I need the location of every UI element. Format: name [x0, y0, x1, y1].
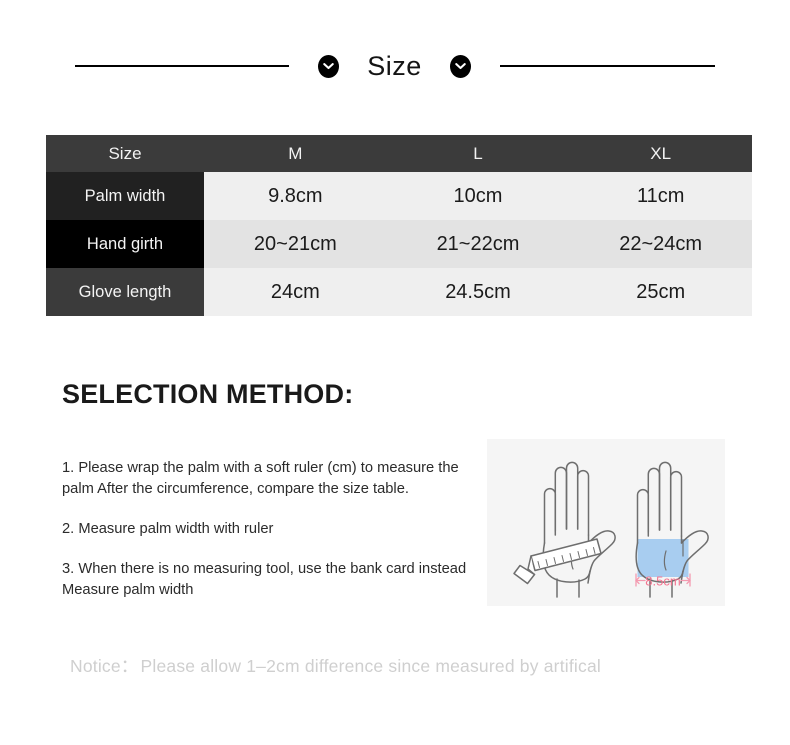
table-row-palm-width: Palm width 9.8cm 10cm 11cm	[46, 172, 752, 220]
table-header-m: M	[204, 135, 387, 172]
card-width-label: 8.5cm	[645, 574, 680, 589]
table-row-glove-length: Glove length 24cm 24.5cm 25cm	[46, 268, 752, 316]
selection-step-3: 3. When there is no measuring tool, use …	[62, 560, 467, 598]
cell-glove-length-xl: 25cm	[569, 268, 752, 316]
notice-label: Notice：	[70, 656, 139, 676]
cell-glove-length-l: 24.5cm	[386, 268, 570, 316]
header-rule-right	[499, 65, 715, 67]
measurement-illustration-panel: 8.5cm	[487, 439, 725, 606]
table-header-xl: XL	[569, 135, 752, 172]
bank-card-rect	[637, 539, 689, 577]
notice-body: Please allow 1–2cm difference since meas…	[140, 656, 601, 676]
table-header-l: L	[386, 135, 570, 172]
cell-hand-girth-m: 20~21cm	[204, 220, 387, 268]
selection-step-1: 1. Please wrap the palm with a soft rule…	[62, 460, 459, 497]
section-title: Size	[367, 50, 422, 81]
cell-palm-width-xl: 11cm	[569, 172, 752, 220]
cell-glove-length-m: 24cm	[204, 268, 387, 316]
cell-palm-width-m: 9.8cm	[204, 172, 387, 220]
selection-step-2: 2. Measure palm width with ruler	[62, 520, 274, 537]
selection-method-title: SELECTION METHOD:	[62, 379, 354, 409]
row-label-glove-length: Glove length	[46, 268, 204, 316]
chevron-down-icon-right	[449, 54, 471, 78]
chevron-down-icon-left	[318, 54, 340, 78]
row-label-hand-girth: Hand girth	[46, 220, 204, 268]
header-rule-left	[75, 65, 290, 67]
cell-palm-width-l: 10cm	[386, 172, 570, 220]
selection-method-steps: 1. Please wrap the palm with a soft rule…	[62, 458, 472, 600]
table-row-hand-girth: Hand girth 20~21cm 21~22cm 22~24cm	[46, 220, 752, 268]
table-header-size: Size	[46, 135, 204, 172]
cell-hand-girth-xl: 22~24cm	[569, 220, 752, 268]
size-section-header: Size	[0, 48, 790, 84]
size-chart-table: Size M L XL Palm width 9.8cm 10cm 11cm H…	[46, 135, 752, 316]
row-label-palm-width: Palm width	[46, 172, 204, 220]
table-header-row: Size M L XL	[46, 135, 752, 172]
notice-text: Notice： Please allow 1–2cm difference sin…	[70, 653, 601, 678]
cell-hand-girth-l: 21~22cm	[386, 220, 570, 268]
